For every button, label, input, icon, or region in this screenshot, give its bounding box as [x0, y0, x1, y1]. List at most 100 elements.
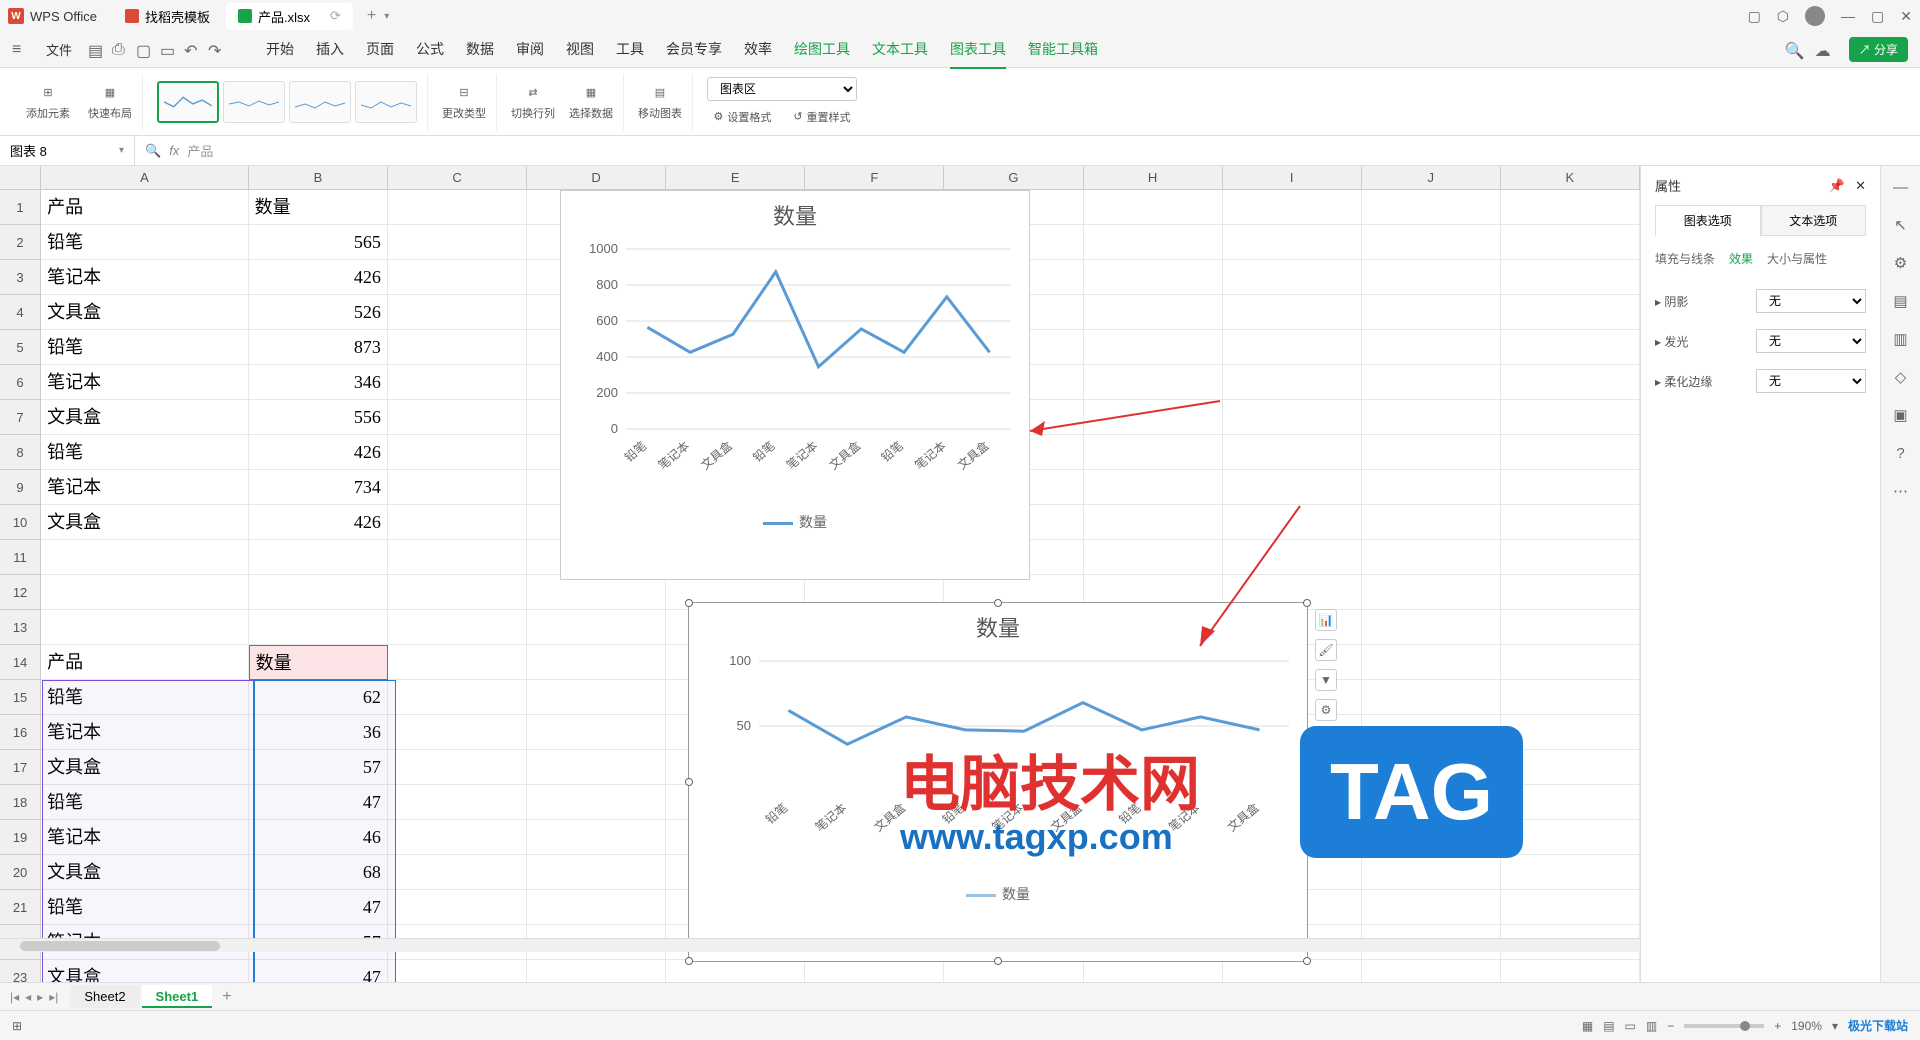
print-icon[interactable]: ⎙: [112, 41, 130, 59]
tab-dropdown-icon[interactable]: ▾: [384, 11, 389, 22]
cell[interactable]: [527, 820, 666, 855]
zoom-dropdown-icon[interactable]: ▾: [1832, 1019, 1838, 1033]
zoom-slider[interactable]: [1684, 1024, 1764, 1028]
cell[interactable]: [1223, 365, 1362, 400]
collapse-icon[interactable]: —: [1890, 176, 1912, 198]
menu-tab-7[interactable]: 工具: [616, 31, 644, 69]
menu-tab-1[interactable]: 插入: [316, 31, 344, 69]
maximize-icon[interactable]: ▢: [1871, 8, 1884, 25]
cell[interactable]: [1223, 295, 1362, 330]
tab-file[interactable]: 产品.xlsx ⟳: [226, 3, 353, 30]
row-header[interactable]: 3: [0, 260, 41, 295]
cell[interactable]: [1501, 260, 1640, 295]
cell[interactable]: [1501, 400, 1640, 435]
add-sheet-icon[interactable]: +: [222, 988, 231, 1006]
cell[interactable]: [1084, 295, 1223, 330]
cell[interactable]: 文具盒: [41, 750, 249, 785]
search-fx-icon[interactable]: 🔍: [145, 143, 161, 159]
cell[interactable]: [388, 225, 527, 260]
cell[interactable]: [1223, 225, 1362, 260]
col-header-A[interactable]: A: [41, 166, 249, 189]
row-header[interactable]: 21: [0, 890, 41, 925]
cell[interactable]: [1362, 715, 1501, 750]
cell[interactable]: 36: [249, 715, 388, 750]
tab-refresh-icon[interactable]: ⟳: [330, 8, 341, 24]
col-header-H[interactable]: H: [1084, 166, 1223, 189]
cell[interactable]: [388, 505, 527, 540]
menu-tab-12[interactable]: 图表工具: [950, 31, 1006, 69]
cell[interactable]: [1362, 540, 1501, 575]
cell[interactable]: [1362, 330, 1501, 365]
menu-tab-5[interactable]: 审阅: [516, 31, 544, 69]
cell[interactable]: 426: [249, 505, 388, 540]
reset-style-button[interactable]: ↺ 重置样式: [787, 107, 856, 127]
col-header-G[interactable]: G: [944, 166, 1083, 189]
cell[interactable]: [388, 680, 527, 715]
row-header[interactable]: 14: [0, 645, 41, 680]
cell[interactable]: [527, 890, 666, 925]
subtab-size[interactable]: 大小与属性: [1767, 250, 1827, 267]
col-header-C[interactable]: C: [388, 166, 527, 189]
cell[interactable]: [1084, 400, 1223, 435]
cell[interactable]: [1501, 435, 1640, 470]
cell[interactable]: 笔记本: [41, 260, 249, 295]
cell[interactable]: [1501, 680, 1640, 715]
cell[interactable]: [1501, 190, 1640, 225]
cell[interactable]: [1362, 750, 1501, 785]
cell[interactable]: [527, 750, 666, 785]
cell[interactable]: [249, 540, 388, 575]
cell[interactable]: 346: [249, 365, 388, 400]
menu-tab-0[interactable]: 开始: [266, 31, 294, 69]
row-header[interactable]: 5: [0, 330, 41, 365]
cell[interactable]: [527, 680, 666, 715]
cell[interactable]: 526: [249, 295, 388, 330]
tab-text-options[interactable]: 文本选项: [1761, 205, 1867, 236]
subtab-effect[interactable]: 效果: [1729, 250, 1753, 267]
cell[interactable]: 文具盒: [41, 295, 249, 330]
cell[interactable]: 46: [249, 820, 388, 855]
view-page-icon[interactable]: ▭: [1625, 1019, 1636, 1033]
cell[interactable]: [1362, 365, 1501, 400]
set-format-button[interactable]: ⚙ 设置格式: [707, 107, 777, 127]
cell[interactable]: [388, 400, 527, 435]
cell[interactable]: 57: [249, 750, 388, 785]
sheet-last-icon[interactable]: ▸|: [49, 990, 58, 1004]
sheet-prev-icon[interactable]: ◂: [25, 990, 31, 1004]
zoom-level[interactable]: 190%: [1791, 1019, 1822, 1033]
cell[interactable]: [388, 575, 527, 610]
chart-style-4[interactable]: [355, 81, 417, 123]
row-header[interactable]: 12: [0, 575, 41, 610]
glow-select[interactable]: 无: [1756, 329, 1866, 353]
cell[interactable]: [1501, 610, 1640, 645]
cell[interactable]: [388, 295, 527, 330]
cell[interactable]: [1501, 820, 1640, 855]
cell[interactable]: 47: [249, 785, 388, 820]
cell[interactable]: 笔记本: [41, 470, 249, 505]
view-normal-icon[interactable]: ▦: [1582, 1019, 1593, 1033]
cell[interactable]: 笔记本: [41, 820, 249, 855]
cell[interactable]: [1501, 470, 1640, 505]
close-icon[interactable]: ✕: [1900, 8, 1912, 25]
row-header[interactable]: 15: [0, 680, 41, 715]
cell[interactable]: [1223, 400, 1362, 435]
cell[interactable]: 文具盒: [41, 505, 249, 540]
view-pagebreak-icon[interactable]: ▤: [1603, 1019, 1614, 1033]
row-header[interactable]: 4: [0, 295, 41, 330]
cell[interactable]: [1501, 540, 1640, 575]
cell[interactable]: [1501, 505, 1640, 540]
cell[interactable]: 565: [249, 225, 388, 260]
cell[interactable]: [527, 645, 666, 680]
col-header-F[interactable]: F: [805, 166, 944, 189]
tab-chart-options[interactable]: 图表选项: [1655, 205, 1761, 236]
sheet-first-icon[interactable]: |◂: [10, 990, 19, 1004]
cell[interactable]: 铅笔: [41, 890, 249, 925]
cell[interactable]: [1362, 190, 1501, 225]
cell[interactable]: 数量: [249, 190, 388, 225]
row-header[interactable]: 16: [0, 715, 41, 750]
chart-style-1[interactable]: [157, 81, 219, 123]
cell[interactable]: 556: [249, 400, 388, 435]
save-icon[interactable]: ▤: [88, 41, 106, 59]
sheet-next-icon[interactable]: ▸: [37, 990, 43, 1004]
copy-icon[interactable]: ▭: [160, 41, 178, 59]
gallery-icon[interactable]: ▥: [1890, 328, 1912, 350]
